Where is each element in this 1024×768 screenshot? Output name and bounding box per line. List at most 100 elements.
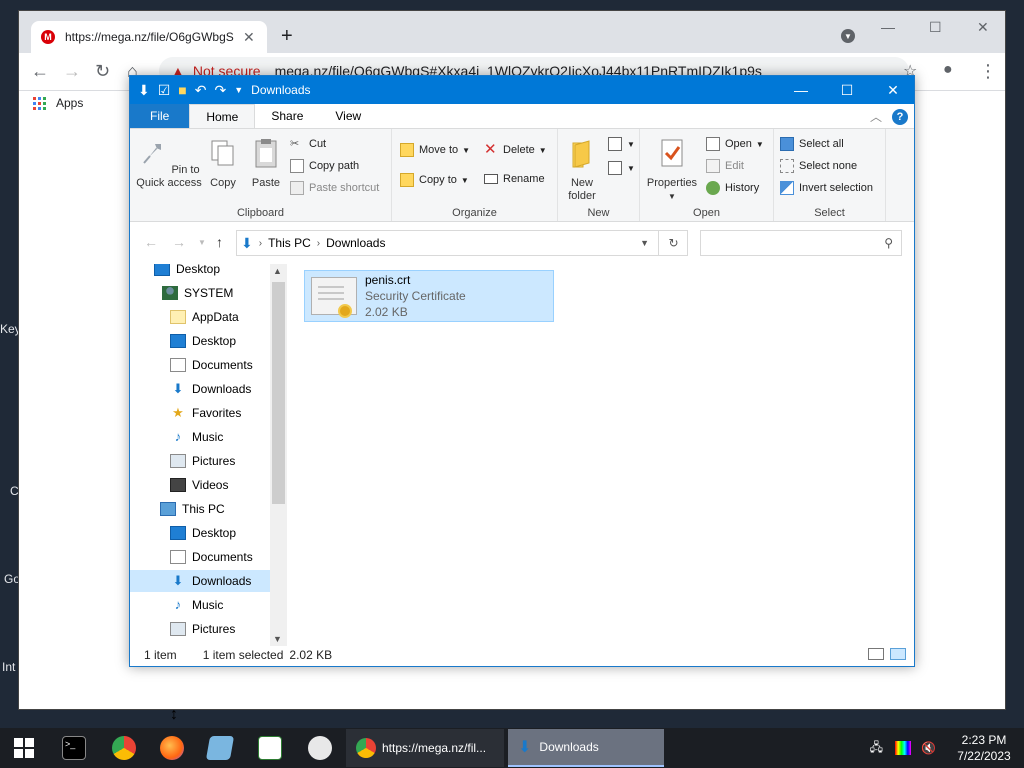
- open-button[interactable]: Open ▼: [706, 137, 764, 151]
- details-view-icon[interactable]: [868, 648, 884, 660]
- move-to-button[interactable]: Move to ▼: [400, 143, 470, 157]
- scroll-up-icon[interactable]: ▲: [273, 266, 282, 276]
- invert-selection-button[interactable]: Invert selection: [780, 181, 873, 195]
- copy-button[interactable]: Copy: [206, 137, 240, 190]
- nav-item[interactable]: Desktop: [130, 522, 270, 544]
- terminal-icon[interactable]: >_: [62, 736, 86, 760]
- network-icon[interactable]: 🖧: [870, 738, 883, 759]
- select-none-button[interactable]: Select none: [780, 159, 857, 173]
- search-input[interactable]: ⚲: [700, 230, 902, 256]
- nav-item[interactable]: Videos: [130, 474, 270, 496]
- address-dropdown-icon[interactable]: ▼: [640, 238, 649, 248]
- tab-view[interactable]: View: [319, 104, 377, 128]
- new-item-button[interactable]: ▼: [608, 137, 635, 151]
- paste-button[interactable]: Paste: [248, 137, 284, 190]
- rename-button[interactable]: Rename: [484, 173, 545, 185]
- explorer-minimize-icon[interactable]: —: [778, 76, 824, 104]
- new-tab-button[interactable]: +: [281, 25, 293, 48]
- nav-item[interactable]: Documents: [130, 354, 270, 376]
- minimize-icon[interactable]: —: [881, 19, 895, 35]
- nav-item[interactable]: SYSTEM: [130, 282, 270, 304]
- breadcrumb-separator-icon[interactable]: ›: [259, 238, 262, 249]
- taskbar-task-downloads[interactable]: ⬇ Downloads: [508, 729, 664, 767]
- clock[interactable]: 2:23 PM 7/22/2023: [944, 732, 1024, 764]
- properties-button[interactable]: Properties ▼: [644, 137, 700, 203]
- edit-button[interactable]: Edit: [706, 159, 744, 173]
- tab-home[interactable]: Home: [189, 104, 256, 128]
- explorer-close-icon[interactable]: ✕: [870, 76, 916, 104]
- pin-to-quick-access-button[interactable]: Pin to Quick access: [136, 137, 202, 190]
- recent-locations-icon[interactable]: ▼: [198, 238, 206, 247]
- help-icon[interactable]: ?: [892, 108, 908, 125]
- menu-kebab-icon[interactable]: ⋮: [979, 61, 997, 82]
- nav-item[interactable]: Desktop: [130, 330, 270, 352]
- tab-share[interactable]: Share: [255, 104, 319, 128]
- apps-grid-icon[interactable]: [33, 96, 46, 110]
- chrome-profile-dropdown-icon[interactable]: ▼: [841, 29, 855, 43]
- paint-icon[interactable]: [308, 736, 332, 760]
- tab-close-icon[interactable]: ✕: [243, 29, 255, 46]
- chrome-task-icon: [356, 738, 376, 758]
- apps-bookmark[interactable]: Apps: [56, 96, 83, 110]
- nav-item[interactable]: ♪ Music: [130, 594, 270, 616]
- copy-to-button[interactable]: Copy to ▼: [400, 173, 469, 187]
- nav-item[interactable]: AppData: [130, 306, 270, 328]
- profile-avatar-icon[interactable]: ●: [943, 61, 953, 79]
- paste-shortcut-button[interactable]: Paste shortcut: [290, 181, 379, 195]
- nav-item[interactable]: This PC: [130, 498, 270, 520]
- display-icon[interactable]: [895, 741, 912, 755]
- large-icons-view-icon[interactable]: [890, 648, 906, 660]
- file-item[interactable]: penis.crt Security Certificate 2.02 KB: [304, 270, 554, 322]
- breadcrumb-separator-icon[interactable]: ›: [317, 238, 320, 249]
- forward-arrow-icon[interactable]: →: [63, 61, 81, 82]
- nav-pane-scrollbar[interactable]: ▲ ▼: [270, 264, 287, 646]
- nav-item-label: This PC: [182, 502, 225, 516]
- nav-item[interactable]: ★ Favorites: [130, 402, 270, 424]
- spreadsheet-icon[interactable]: [258, 736, 282, 760]
- tab-file[interactable]: File: [130, 104, 190, 128]
- invert-selection-label: Invert selection: [799, 182, 873, 194]
- close-icon[interactable]: ✕: [977, 19, 989, 36]
- nav-item[interactable]: Desktop: [130, 264, 270, 280]
- scrollbar-thumb[interactable]: [272, 282, 285, 504]
- navigation-pane: Desktop SYSTEM AppData Desktop Documents ⬇ Dow…: [130, 264, 288, 646]
- new-folder-qat-icon[interactable]: ■: [178, 82, 186, 98]
- back-arrow-icon[interactable]: ←: [31, 61, 49, 82]
- copy-path-button[interactable]: Copy path: [290, 159, 359, 173]
- chrome-taskbar-icon[interactable]: [112, 736, 136, 760]
- nav-item[interactable]: ⬇ Downloads: [130, 378, 270, 400]
- select-all-button[interactable]: Select all: [780, 137, 844, 151]
- forward-icon[interactable]: →: [172, 234, 186, 250]
- nav-item[interactable]: ♪ Music: [130, 426, 270, 448]
- nav-item[interactable]: Pictures: [130, 618, 270, 640]
- scroll-down-icon[interactable]: ▼: [273, 634, 282, 644]
- explorer-maximize-icon[interactable]: ☐: [824, 76, 870, 104]
- properties-qat-icon[interactable]: ☑: [158, 82, 171, 99]
- easy-access-button[interactable]: ▼: [608, 161, 635, 175]
- taskbar-task-chrome[interactable]: https://mega.nz/fil...: [346, 729, 504, 767]
- back-icon[interactable]: ←: [144, 234, 158, 250]
- undo-icon[interactable]: ↶: [195, 82, 207, 99]
- delete-button[interactable]: ✕ Delete ▼: [484, 142, 547, 157]
- up-arrow-icon[interactable]: ↑: [216, 234, 223, 250]
- notepad-icon[interactable]: [205, 736, 235, 760]
- address-bar[interactable]: ⬇ › This PC › Downloads ▼: [236, 230, 688, 256]
- start-windows-icon[interactable]: [14, 738, 34, 758]
- maximize-icon[interactable]: ☐: [929, 19, 942, 36]
- history-button[interactable]: History: [706, 181, 759, 195]
- firefox-icon[interactable]: [160, 736, 184, 760]
- breadcrumb-downloads[interactable]: Downloads: [326, 236, 385, 250]
- nav-item[interactable]: Pictures: [130, 450, 270, 472]
- reload-icon[interactable]: ↻: [95, 61, 110, 82]
- redo-icon[interactable]: ↷: [215, 82, 227, 99]
- breadcrumb-this-pc[interactable]: This PC: [268, 236, 311, 250]
- volume-muted-icon[interactable]: 🔇: [921, 741, 936, 755]
- new-folder-button[interactable]: New folder: [562, 137, 602, 203]
- chrome-tab[interactable]: M https://mega.nz/file/O6gGWbgS ✕: [31, 21, 267, 53]
- collapse-ribbon-icon[interactable]: ︿: [870, 108, 882, 125]
- qat-dropdown-icon[interactable]: ▼: [234, 85, 243, 95]
- nav-item[interactable]: ⬇ Downloads: [130, 570, 270, 592]
- refresh-icon[interactable]: ↻: [658, 230, 688, 256]
- cut-button[interactable]: ✂ Cut: [290, 137, 326, 151]
- nav-item[interactable]: Documents: [130, 546, 270, 568]
